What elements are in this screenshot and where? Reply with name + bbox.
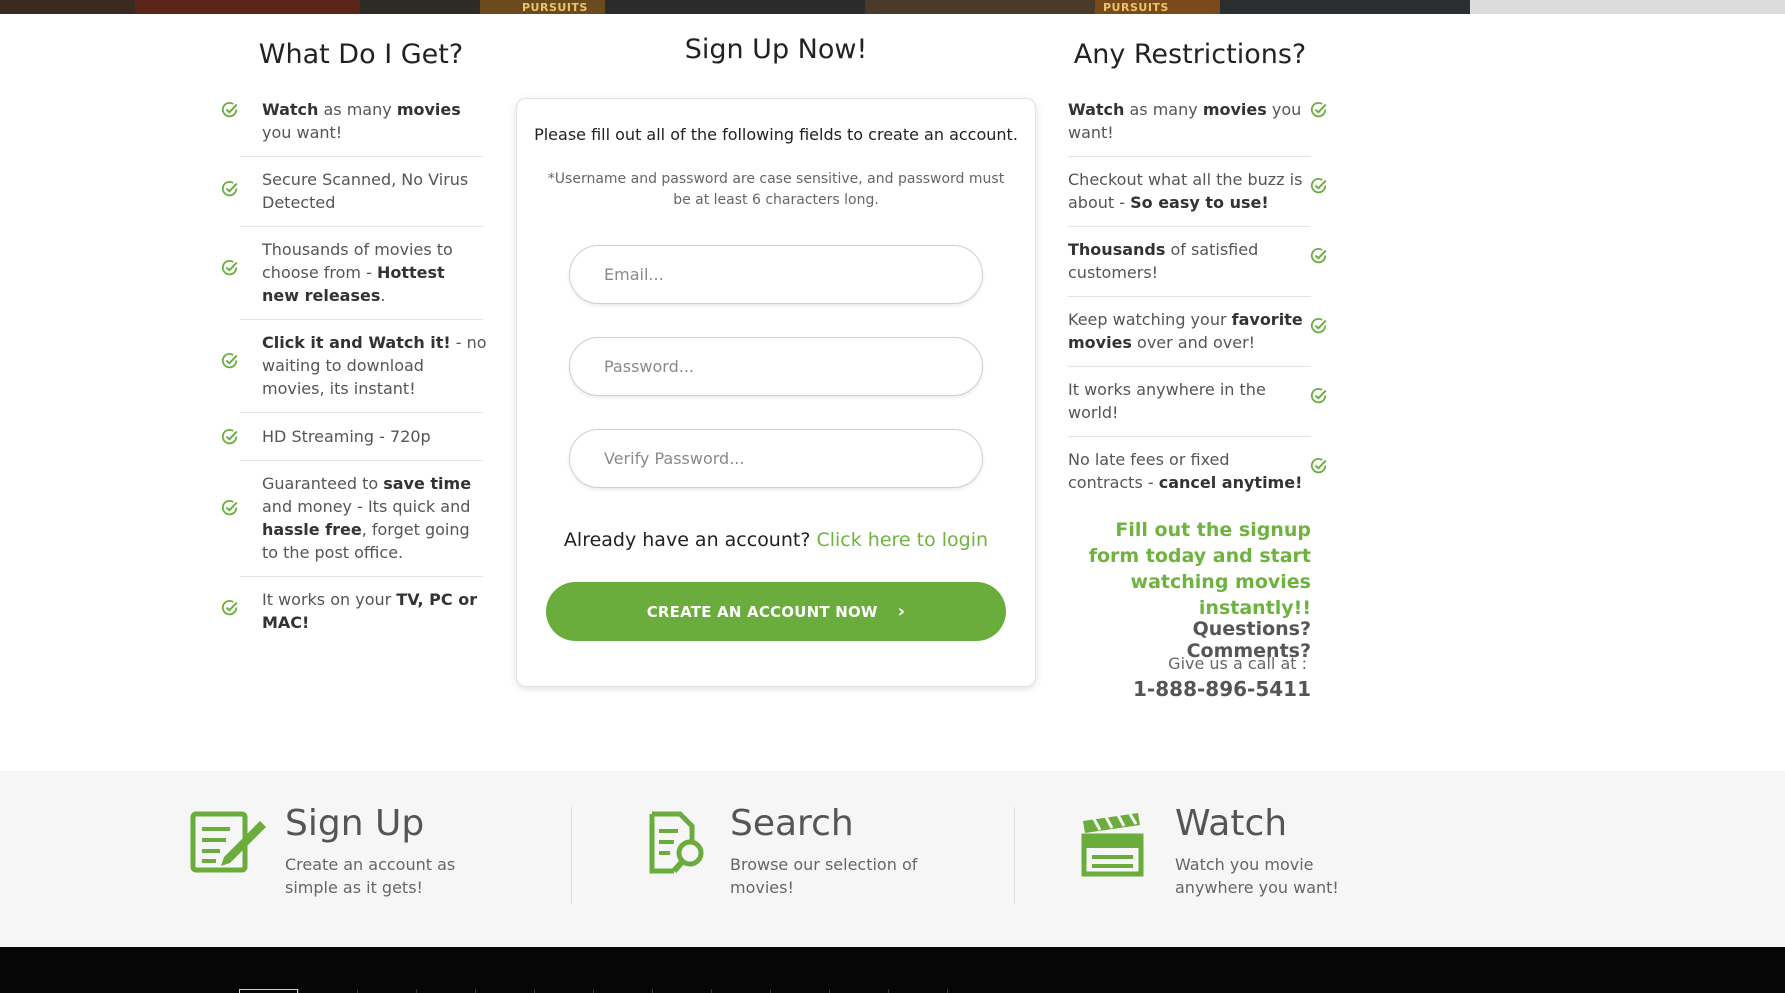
check-circle-icon <box>221 180 238 197</box>
password-field[interactable] <box>569 337 983 396</box>
sign-up-form-icon <box>190 811 266 873</box>
footer-nav-item[interactable] <box>770 989 829 993</box>
footer-nav-item[interactable] <box>947 989 1006 993</box>
check-circle-icon <box>1310 101 1327 118</box>
check-circle-icon <box>221 259 238 276</box>
step-title: Search <box>730 803 854 844</box>
poster-thumbnail[interactable] <box>360 0 480 14</box>
divider <box>1068 436 1311 437</box>
footer-nav-item[interactable] <box>357 989 416 993</box>
poster-title: PURSUITS <box>1103 1 1169 14</box>
footer-nav-item[interactable] <box>711 989 770 993</box>
check-circle-icon <box>1310 317 1327 334</box>
benefit-text: HD Streaming - 720p <box>262 427 431 446</box>
how-it-works-band: Sign Up Create an account as simple as i… <box>0 771 1785 947</box>
divider <box>240 460 483 461</box>
restriction-text: Watch as many movies you want! <box>1068 100 1302 142</box>
benefit-text: It works on your TV, PC or MAC! <box>262 590 478 632</box>
footer-nav-item[interactable] <box>416 989 475 993</box>
benefit-text: Thousands of movies to choose from - Hot… <box>262 240 453 305</box>
footer-nav-item[interactable] <box>534 989 593 993</box>
check-circle-icon <box>221 599 238 616</box>
footer-nav-item[interactable] <box>298 989 357 993</box>
signup-card: Please fill out all of the following fie… <box>516 98 1036 687</box>
footer-nav-item[interactable] <box>593 989 652 993</box>
step-title: Sign Up <box>285 803 425 844</box>
step-title: Watch <box>1175 803 1288 844</box>
divider <box>240 319 483 320</box>
left-column-title: What Do I Get? <box>258 39 464 70</box>
divider <box>1068 366 1311 367</box>
footer <box>0 947 1785 993</box>
divider <box>1068 296 1311 297</box>
call-us-text: Give us a call at : <box>1168 654 1307 673</box>
search-document-icon <box>649 811 704 874</box>
check-circle-icon <box>221 499 238 516</box>
clapperboard-icon <box>1081 813 1144 877</box>
divider <box>1068 156 1311 157</box>
right-column-title: Any Restrictions? <box>1073 39 1307 70</box>
signup-note: *Username and password are case sensitiv… <box>547 171 1005 208</box>
restriction-text: It works anywhere in the world! <box>1068 380 1266 422</box>
check-circle-icon <box>1310 247 1327 264</box>
divider <box>240 156 483 157</box>
signup-call-to-action: Fill out the signup form today and start… <box>1088 519 1311 619</box>
check-circle-icon <box>1310 177 1327 194</box>
step-description: Watch you movie anywhere you want! <box>1175 855 1339 897</box>
login-link[interactable]: Click here to login <box>816 529 988 551</box>
restriction-text: Keep watching your favorite movies over … <box>1068 310 1303 352</box>
login-prompt: Already have an account? <box>563 529 811 551</box>
poster-thumbnail[interactable]: PURSUITS <box>1095 0 1220 14</box>
create-account-label: CREATE AN ACCOUNT NOW <box>646 602 878 621</box>
step-description: Browse our selection of movies! <box>730 855 918 897</box>
divider <box>240 412 483 413</box>
restriction-text: Thousands of satisfied customers! <box>1068 240 1259 282</box>
poster-thumbnail[interactable]: PURSUITS <box>480 0 605 14</box>
check-circle-icon <box>1310 457 1327 474</box>
chevron-right-icon: › <box>897 601 906 622</box>
benefit-text: Click it and Watch it! - no waiting to d… <box>262 333 487 398</box>
poster-thumbnail[interactable] <box>605 0 865 14</box>
footer-nav-item[interactable] <box>888 989 947 993</box>
footer-nav-item[interactable] <box>475 989 534 993</box>
signup-title: Sign Up Now! <box>684 34 868 65</box>
step-divider <box>571 807 572 904</box>
benefit-text: Secure Scanned, No Virus Detected <box>262 170 469 212</box>
poster-thumbnail[interactable] <box>1470 0 1785 14</box>
poster-thumbnail[interactable] <box>0 0 135 14</box>
divider <box>240 226 483 227</box>
poster-title: PURSUITS <box>522 1 588 14</box>
verify-password-field[interactable] <box>569 429 983 488</box>
footer-nav <box>239 989 1006 993</box>
step-description: Create an account as simple as it gets! <box>285 855 456 897</box>
poster-thumbnail[interactable] <box>135 0 360 14</box>
restriction-text: Checkout what all the buzz is about - So… <box>1068 170 1303 212</box>
phone-number[interactable]: 1-888-896-5411 <box>1070 677 1311 701</box>
signup-intro: Please fill out all of the following fie… <box>534 125 1018 144</box>
benefit-text: Guaranteed to save time and money - Its … <box>262 474 472 562</box>
step-divider <box>1014 807 1015 904</box>
footer-nav-item[interactable] <box>652 989 711 993</box>
login-prompt-line: Already have an account? Click here to l… <box>517 529 1035 551</box>
divider <box>240 576 483 577</box>
create-account-button[interactable]: CREATE AN ACCOUNT NOW › <box>546 582 1006 641</box>
check-circle-icon <box>221 101 238 118</box>
poster-thumbnail[interactable] <box>865 0 1095 14</box>
check-circle-icon <box>221 428 238 445</box>
poster-thumbnail[interactable] <box>1220 0 1470 14</box>
divider <box>1068 226 1311 227</box>
footer-nav-item[interactable] <box>829 989 888 993</box>
restriction-text: No late fees or fixed contracts - cancel… <box>1068 450 1303 492</box>
check-circle-icon <box>1310 387 1327 404</box>
poster-strip: PURSUITS PURSUITS <box>0 0 1785 14</box>
check-circle-icon <box>221 352 238 369</box>
footer-nav-item[interactable] <box>239 989 298 993</box>
email-field[interactable] <box>569 245 983 304</box>
benefit-text: Watch as many movies you want! <box>262 100 461 142</box>
